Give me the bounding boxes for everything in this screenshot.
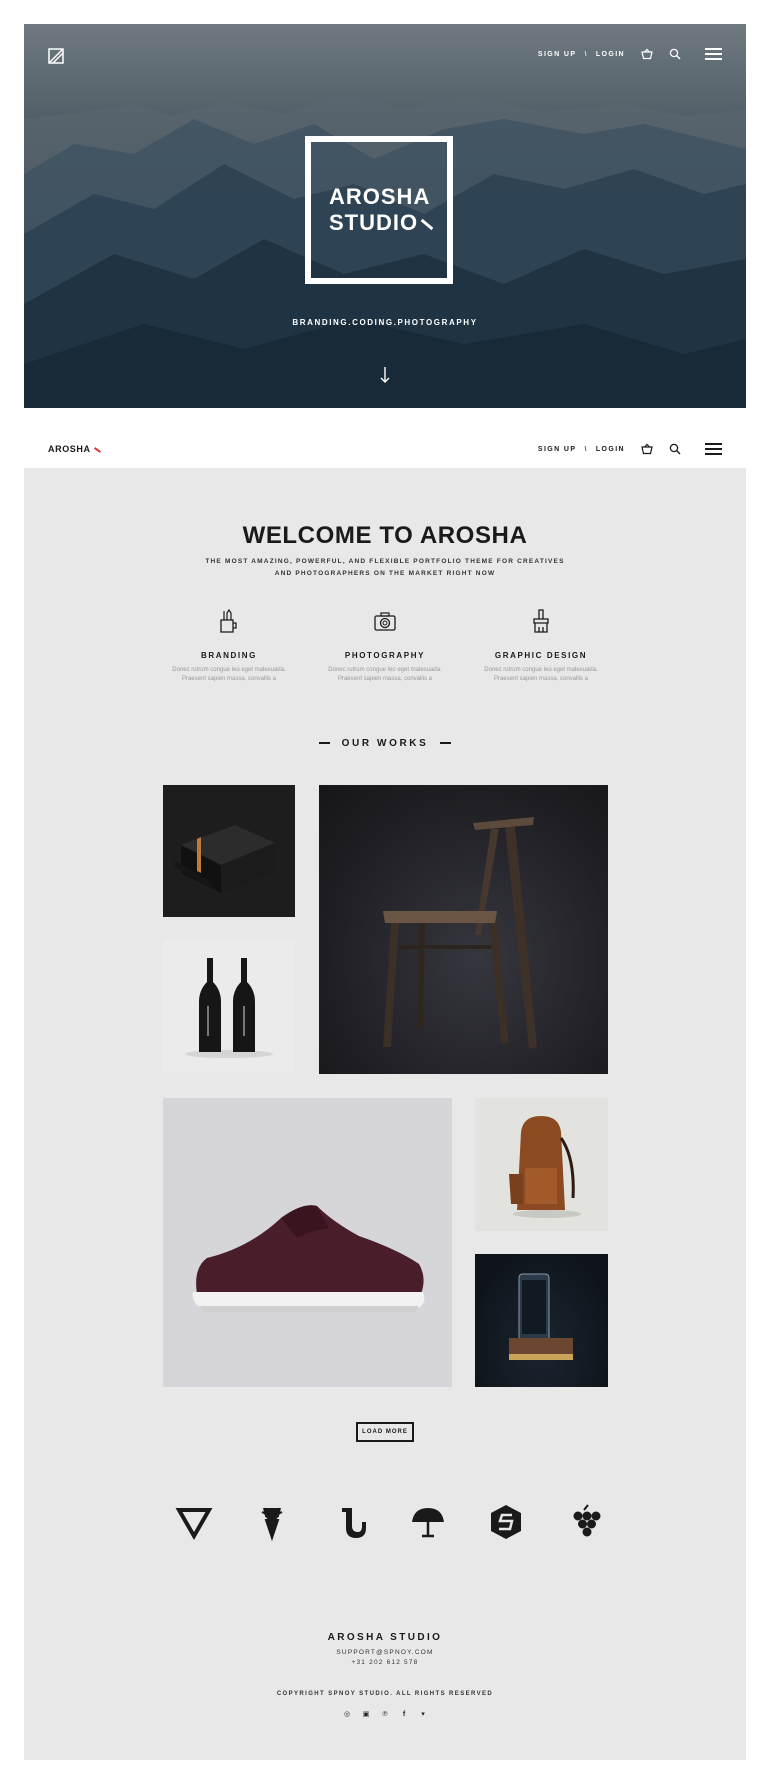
footer-copyright: COPYRIGHT SPNOY STUDIO. ALL RIGHTS RESER… <box>276 1691 494 1697</box>
nav-separator: \ <box>584 445 588 453</box>
login-link[interactable]: LOGIN <box>596 446 625 453</box>
grapes-logo-icon <box>564 1502 604 1542</box>
work-item-black-box[interactable] <box>163 785 295 917</box>
work-item-wooden-chair[interactable] <box>319 785 608 1074</box>
welcome-subtitle: THE MOST AMAZING, POWERFUL, AND FLEXIBLE… <box>205 558 565 577</box>
dribbble-icon[interactable]: ◎ <box>344 1711 351 1718</box>
twitter-icon[interactable]: ▾ <box>420 1711 427 1718</box>
signup-link[interactable]: SIGN UP <box>538 446 577 453</box>
footer-brand: AROSHA STUDIO <box>327 1632 443 1643</box>
menu-icon[interactable] <box>705 48 722 60</box>
work-item-leather-backpack[interactable] <box>475 1098 608 1231</box>
service-title: GRAPHIC DESIGN <box>494 651 588 660</box>
paintbrush-icon <box>533 609 549 633</box>
welcome-title: WELCOME TO AROSHA <box>242 522 528 549</box>
black-box-image <box>175 825 275 893</box>
work-item-wine-bottles[interactable] <box>163 940 295 1072</box>
phone-dock-image <box>509 1273 573 1360</box>
hero-title-line2: STUDIO <box>329 210 447 236</box>
basket-icon[interactable] <box>641 48 653 60</box>
footer-email[interactable]: SUPPORT@SPNOY.COM <box>24 1649 746 1656</box>
service-photography: PHOTOGRAPHY Donec rutrum congue leo eget… <box>320 608 450 684</box>
main-content: WELCOME TO AROSHA THE MOST AMAZING, POWE… <box>24 468 746 1760</box>
brand-accent-mark <box>93 446 101 453</box>
wooden-chair-image <box>383 817 537 1049</box>
wine-bottles-image <box>185 958 273 1058</box>
hero-logo-box: AROSHA STUDIO <box>305 136 453 284</box>
navbar-brand[interactable]: AROSHA <box>48 444 101 454</box>
work-item-phone-dock[interactable] <box>475 1254 608 1387</box>
login-link[interactable]: LOGIN <box>596 51 625 58</box>
saxophone-logo-icon <box>330 1502 370 1542</box>
backpack-image <box>509 1116 581 1218</box>
service-graphic-design: GRAPHIC DESIGN Donec rutrum congue leo e… <box>476 608 606 684</box>
brand-logo-icon[interactable] <box>48 48 64 64</box>
service-text: Donec rutrum congue leo eget malesuada. P… <box>328 667 442 682</box>
deer-logo-icon <box>252 1502 292 1542</box>
triangle-logo-icon <box>174 1502 214 1542</box>
sticky-navbar: AROSHA SIGN UP \ LOGIN <box>24 430 746 468</box>
signup-link[interactable]: SIGN UP <box>538 51 577 58</box>
hero-title-line1: AROSHA <box>329 184 431 209</box>
sneaker-image <box>192 1205 425 1312</box>
hero-section: SIGN UP \ LOGIN AROSHA STUDIO BRANDING.C… <box>24 24 746 408</box>
search-icon[interactable] <box>669 443 681 455</box>
social-links: ◎ ▣ ℗ f ▾ <box>24 1711 746 1718</box>
pencil-cup-icon <box>220 608 237 633</box>
service-title: PHOTOGRAPHY <box>344 651 426 660</box>
service-title: BRANDING <box>201 651 257 660</box>
facebook-icon[interactable]: f <box>401 1711 408 1718</box>
menu-icon[interactable] <box>705 443 722 455</box>
camera-icon <box>374 612 396 631</box>
nav-separator: \ <box>584 50 588 58</box>
service-branding: BRANDING Donec rutrum congue leo eget ma… <box>164 608 294 684</box>
scroll-down-arrow-icon[interactable] <box>378 366 392 384</box>
s-hexagon-logo-icon <box>486 1502 526 1542</box>
work-item-burgundy-sneaker[interactable] <box>163 1098 452 1387</box>
instagram-icon[interactable]: ▣ <box>363 1711 370 1718</box>
search-icon[interactable] <box>669 48 681 60</box>
services-row: BRANDING Donec rutrum congue leo eget ma… <box>164 608 606 684</box>
basket-icon[interactable] <box>641 443 653 455</box>
navbar-links: SIGN UP \ LOGIN <box>538 443 722 455</box>
service-text: Donec rutrum congue leo eget malesuada. P… <box>484 667 598 682</box>
client-logos-row <box>174 1502 604 1542</box>
hero-top-nav: SIGN UP \ LOGIN <box>538 48 722 60</box>
pinterest-icon[interactable]: ℗ <box>382 1711 389 1718</box>
umbrella-logo-icon <box>408 1502 448 1542</box>
service-text: Donec rutrum congue leo eget malesuada. P… <box>172 667 286 682</box>
our-works-heading: OUR WORKS <box>24 738 746 749</box>
hero-tagline: BRANDING.CODING.PHOTOGRAPHY <box>292 318 478 327</box>
footer-phone: +31 202 612 578 <box>351 1659 419 1666</box>
load-more-button[interactable]: LOAD MORE <box>356 1422 414 1442</box>
